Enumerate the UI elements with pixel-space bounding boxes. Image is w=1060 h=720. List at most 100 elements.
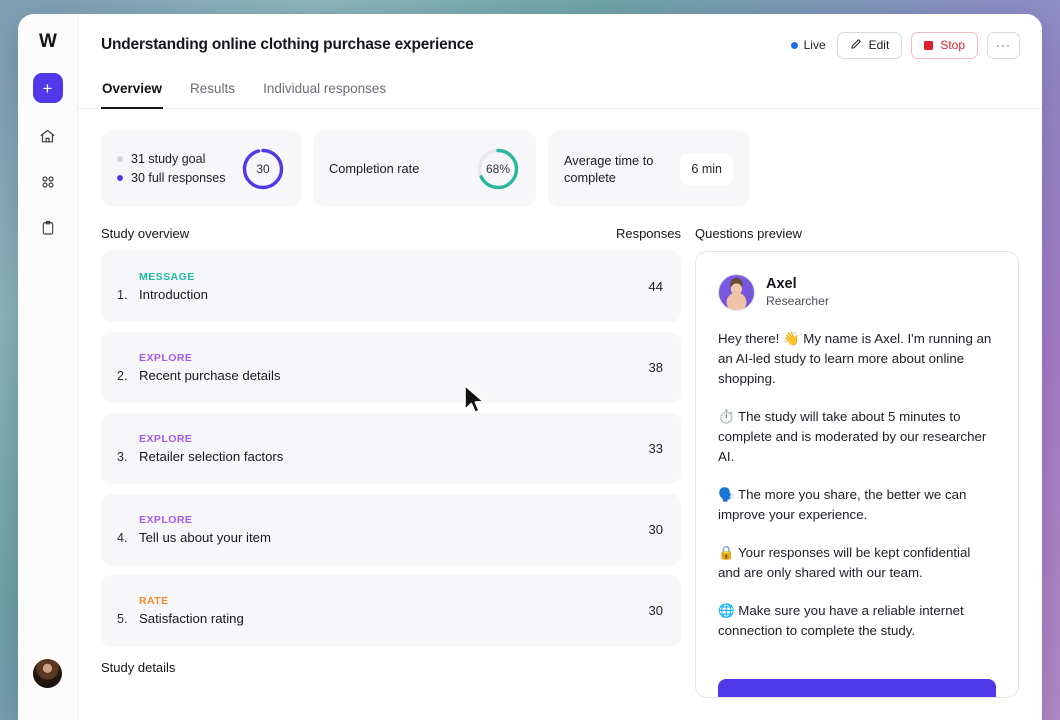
stat-card-study-goal: 31 study goal 30 full responses 30 [101,131,301,206]
question-type-badge: EXPLORE [139,433,649,445]
preview-card: Axel Researcher Hey there! 👋 My name is … [695,251,1019,698]
question-number: 4. [117,531,139,545]
status-label: Live [804,38,826,52]
question-number: 1. [117,288,139,302]
study-goal-lines: 31 study goal 30 full responses [117,150,229,188]
edit-label: Edit [869,38,890,52]
question-number: 2. [117,369,139,383]
more-options-button[interactable]: ··· [987,32,1020,59]
completion-rate-value: 68% [476,147,520,191]
persona-role: Researcher [766,293,829,310]
study-details-title: Study details [101,660,681,675]
plus-icon: + [43,80,53,97]
question-type-badge: MESSAGE [139,271,649,283]
study-overview-header: Study overview Responses [101,226,681,241]
question-title: Introduction [139,287,649,302]
average-time-label: Average time to complete [564,152,668,186]
app-logo: W [39,32,56,51]
persona-avatar [718,274,755,311]
preview-paragraph: Hey there! 👋 My name is Axel. I'm runnin… [718,329,996,389]
home-icon [39,128,56,145]
stop-label: Stop [940,38,965,52]
questions-preview-panel: Questions preview Axel Researcher Hey th… [695,226,1019,698]
average-time-value: 6 min [680,153,733,185]
table-row[interactable]: 5. RATE Satisfaction rating 30 [101,575,681,646]
table-row[interactable]: 1. MESSAGE Introduction 44 [101,251,681,322]
questions-preview-title: Questions preview [695,226,802,241]
tab-overview[interactable]: Overview [101,76,163,109]
question-body: EXPLORE Retailer selection factors [139,433,649,464]
question-response-count: 30 [649,603,663,618]
preview-paragraph: 🗣️ The more you share, the better we can… [718,485,996,525]
study-goal-value: 30 [241,147,285,191]
full-responses-line: 30 full responses [117,169,229,188]
question-body: EXPLORE Tell us about your item [139,514,649,545]
apps-grid-icon [40,174,56,190]
study-overview-panel: Study overview Responses 1. MESSAGE Intr… [101,226,681,698]
question-title: Recent purchase details [139,368,649,383]
goal-bullet-icon [117,156,123,162]
question-body: EXPLORE Recent purchase details [139,352,649,383]
table-row[interactable]: 4. EXPLORE Tell us about your item 30 [101,494,681,565]
question-response-count: 33 [649,441,663,456]
sidebar-item-home[interactable] [31,119,65,153]
pencil-icon [850,38,862,53]
preview-paragraph: 🔒 Your responses will be kept confidenti… [718,543,996,583]
top-bar: Understanding online clothing purchase e… [78,14,1042,76]
preview-paragraph: ⏱️ The study will take about 5 minutes t… [718,407,996,467]
study-goal-label: 31 study goal [131,150,205,169]
preview-paragraph: 🌐 Make sure you have a reliable internet… [718,601,996,641]
completion-rate-label: Completion rate [329,160,464,177]
sidebar: W + [18,14,78,720]
stop-square-icon [924,41,933,50]
page-title: Understanding online clothing purchase e… [101,36,474,54]
question-response-count: 30 [649,522,663,537]
question-body: MESSAGE Introduction [139,271,649,302]
stat-card-completion-rate: Completion rate 68% [313,131,536,206]
full-responses-label: 30 full responses [131,169,226,188]
question-title: Satisfaction rating [139,611,649,626]
edit-button[interactable]: Edit [837,32,903,59]
main-content: Understanding online clothing purchase e… [78,14,1042,720]
ellipsis-icon: ··· [996,38,1011,52]
clipboard-icon [40,220,56,236]
study-goal-line: 31 study goal [117,150,229,169]
persona-name: Axel [766,275,829,293]
stat-card-average-time: Average time to complete 6 min [548,131,749,206]
create-new-button[interactable]: + [33,73,63,103]
sidebar-item-studies[interactable] [31,211,65,245]
stat-cards: 31 study goal 30 full responses 30 [78,109,1042,206]
sidebar-item-apps[interactable] [31,165,65,199]
question-title: Retailer selection factors [139,449,649,464]
questions-preview-header: Questions preview [695,226,1019,241]
tab-results[interactable]: Results [189,76,236,109]
question-number: 3. [117,450,139,464]
question-title: Tell us about your item [139,530,649,545]
tab-individual-responses[interactable]: Individual responses [262,76,387,109]
question-response-count: 44 [649,279,663,294]
status-badge: Live [791,38,828,52]
table-row[interactable]: 2. EXPLORE Recent purchase details 38 [101,332,681,403]
top-bar-actions: Live Edit Stop ··· [791,32,1020,59]
live-dot-icon [791,42,798,49]
question-type-badge: EXPLORE [139,514,649,526]
table-row[interactable]: 3. EXPLORE Retailer selection factors 33 [101,413,681,484]
persona-text: Axel Researcher [766,275,829,310]
completion-rate-donut: 68% [476,147,520,191]
study-overview-title: Study overview [101,226,189,241]
question-number: 5. [117,612,139,626]
question-type-badge: RATE [139,595,649,607]
question-response-count: 38 [649,360,663,375]
persona: Axel Researcher [718,274,996,311]
stop-button[interactable]: Stop [911,32,978,59]
responses-column-header: Responses [616,226,681,241]
app-window: W + [18,14,1042,720]
study-goal-donut: 30 [241,147,285,191]
responses-bullet-icon [117,175,123,181]
question-body: RATE Satisfaction rating [139,595,649,626]
content-area: Study overview Responses 1. MESSAGE Intr… [78,226,1042,698]
tab-bar: Overview Results Individual responses [78,76,1042,109]
user-avatar[interactable] [33,659,62,688]
question-type-badge: EXPLORE [139,352,649,364]
preview-primary-button[interactable] [718,679,996,698]
